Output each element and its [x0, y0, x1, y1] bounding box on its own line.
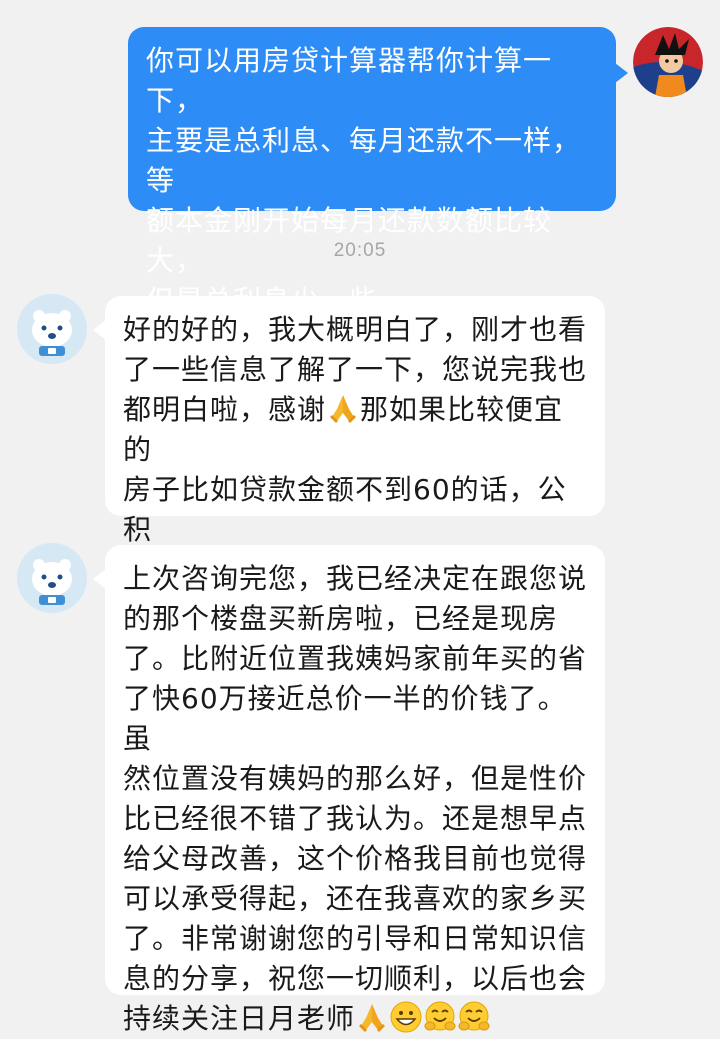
folded-hands-icon [330, 395, 357, 423]
hugging-face-icon [424, 1001, 456, 1031]
grinning-face-icon [390, 1001, 422, 1033]
folded-hands-icon [359, 1004, 386, 1032]
self-avatar[interactable] [633, 27, 703, 97]
polar-bear-avatar-icon [17, 543, 87, 613]
message-text: 上次咨询完您，我已经决定在跟您说 的那个楼盘买新房啦，已经是现房 了。比附近位置… [123, 562, 588, 1035]
hugging-face-icon [458, 1001, 490, 1031]
incoming-message-bubble[interactable]: 好的好的，我大概明白了，刚才也看 了一些信息了解了一下，您说完我也 都明白啦，感… [93, 296, 605, 586]
cartoon-character-avatar-icon [633, 27, 703, 97]
outgoing-message-bubble[interactable]: 你可以用房贷计算器帮你计算一下， 主要是总利息、每月还款不一样，等 额本金刚开始… [128, 27, 628, 317]
polar-bear-avatar-icon [17, 294, 87, 364]
incoming-message-bubble[interactable]: 上次咨询完您，我已经决定在跟您说 的那个楼盘买新房啦，已经是现房 了。比附近位置… [93, 545, 605, 1035]
bot-avatar[interactable] [17, 543, 87, 613]
bot-avatar[interactable] [17, 294, 87, 364]
message-timestamp: 20:05 [333, 240, 387, 261]
